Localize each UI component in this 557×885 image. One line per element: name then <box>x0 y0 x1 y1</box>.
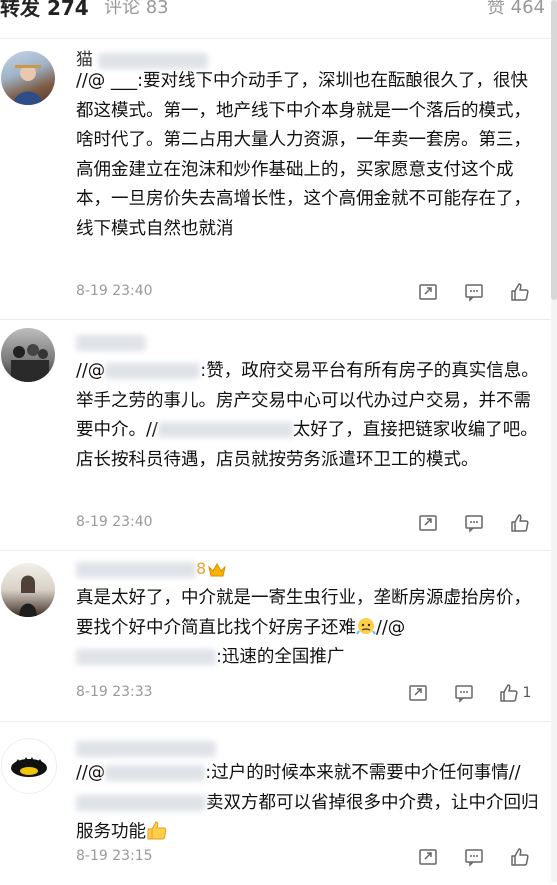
batman-icon <box>11 757 47 777</box>
share-icon <box>409 685 427 701</box>
tab-like[interactable]: 赞 464 <box>487 0 545 20</box>
comment-icon <box>465 849 483 867</box>
tab-comment[interactable]: 评论 83 <box>104 0 169 20</box>
thumbs-up-icon <box>511 283 529 301</box>
comment-icon <box>465 284 483 302</box>
comment-text: //@:赞，政府交易平台有所有房子的真实信息。举手之劳的事儿。房产交易中心可以代… <box>76 357 542 475</box>
comment-button[interactable] <box>441 682 487 704</box>
comment-item-1: 猫 //@ ___:要对线下中介动手了，深圳也在酝酿很久了，很快都这模式。第一，… <box>0 39 557 320</box>
mention-prefix[interactable]: //@ <box>76 361 105 381</box>
person-icon <box>13 65 43 105</box>
timestamp: 8-19 23:33 <box>76 684 153 700</box>
comment-item-3: 8 真是太好了，中介就是一寄生虫行业，垄断房源虚抬房价，要找个好中介简直比找个好… <box>0 551 557 722</box>
repost-button[interactable] <box>405 281 451 303</box>
thumbs-up-icon <box>511 514 529 532</box>
thumbs-up-icon <box>499 684 518 702</box>
comment-icon <box>465 515 483 533</box>
action-bar <box>405 512 543 534</box>
comment-button[interactable] <box>451 846 497 868</box>
blurred-mention[interactable] <box>105 765 206 781</box>
comment-text: //@:过户的时候本来就不需要中介任何事情//卖双方都可以省掉很多中介费，让中介… <box>76 759 542 848</box>
username[interactable]: 猫 <box>76 45 209 70</box>
mention-prefix[interactable]: //@ <box>76 763 105 783</box>
comment-text: //@ ___:要对线下中介动手了，深圳也在酝酿很久了，很快都这模式。第一，地产… <box>76 67 542 244</box>
comment-item-4: //@:过户的时候本来就不需要中介任何事情//卖双方都可以省掉很多中介费，让中介… <box>0 722 557 885</box>
comment-button[interactable] <box>451 512 497 534</box>
blurred-mention[interactable] <box>76 794 206 811</box>
comment-body: //@ ___:要对线下中介动手了，深圳也在酝酿很久了，很快都这模式。第一，地产… <box>76 71 531 239</box>
avatar[interactable] <box>1 328 55 382</box>
username[interactable]: 8 <box>76 559 227 579</box>
action-bar <box>405 281 543 303</box>
portrait-icon <box>19 575 37 617</box>
blurred-mention[interactable] <box>157 422 293 438</box>
group-photo-icon <box>11 344 49 382</box>
comment-text: 真是太好了，中介就是一寄生虫行业，垄断房源虚抬房价，要找个好中介简直比找个好房子… <box>76 584 542 673</box>
scrollbar-track[interactable] <box>551 0 557 882</box>
thumbs-up-icon <box>511 848 529 866</box>
like-button[interactable]: 1 <box>487 682 543 704</box>
like-button[interactable] <box>497 846 543 868</box>
action-bar: 1 <box>395 682 543 704</box>
action-bar <box>405 846 543 868</box>
tab-repost[interactable]: 转发 274 <box>0 0 89 20</box>
comment-item-2: //@:赞，政府交易平台有所有房子的真实信息。举手之劳的事儿。房产交易中心可以代… <box>0 320 557 551</box>
repost-button[interactable] <box>405 512 451 534</box>
repost-button[interactable] <box>395 682 441 704</box>
repost-button[interactable] <box>405 846 451 868</box>
crown-icon <box>208 562 227 578</box>
blurred-mention[interactable] <box>105 363 201 379</box>
like-button[interactable] <box>497 281 543 303</box>
thumbs-up-emoji-icon <box>146 820 168 840</box>
comment-icon <box>455 685 473 703</box>
timestamp: 8-19 23:40 <box>76 283 153 299</box>
blurred-mention[interactable] <box>76 649 216 665</box>
like-button[interactable] <box>497 512 543 534</box>
avatar[interactable] <box>1 563 55 617</box>
username[interactable] <box>76 738 216 758</box>
comment-body: :过户的时候本来就不需要中介任何事情// <box>205 763 521 783</box>
share-icon <box>419 284 437 300</box>
share-icon <box>419 515 437 531</box>
mention-prefix[interactable]: //@ <box>376 618 405 638</box>
timestamp: 8-19 23:15 <box>76 848 153 864</box>
comment-button[interactable] <box>451 281 497 303</box>
avatar[interactable] <box>1 738 57 794</box>
username[interactable] <box>76 332 146 352</box>
avatar[interactable] <box>1 51 55 105</box>
confused-emoji-icon <box>356 616 376 636</box>
comment-body: 真是太好了，中介就是一寄生虫行业，垄断房源虚抬房价，要找个好中介简直比找个好房子… <box>76 588 531 638</box>
comment-body-tail: :迅速的全国推广 <box>216 647 345 667</box>
tab-bar: 转发 274 评论 83 赞 464 <box>0 0 557 39</box>
share-icon <box>419 849 437 865</box>
like-count: 1 <box>522 685 532 701</box>
timestamp: 8-19 23:40 <box>76 514 153 530</box>
scrollbar-thumb[interactable] <box>551 0 557 300</box>
